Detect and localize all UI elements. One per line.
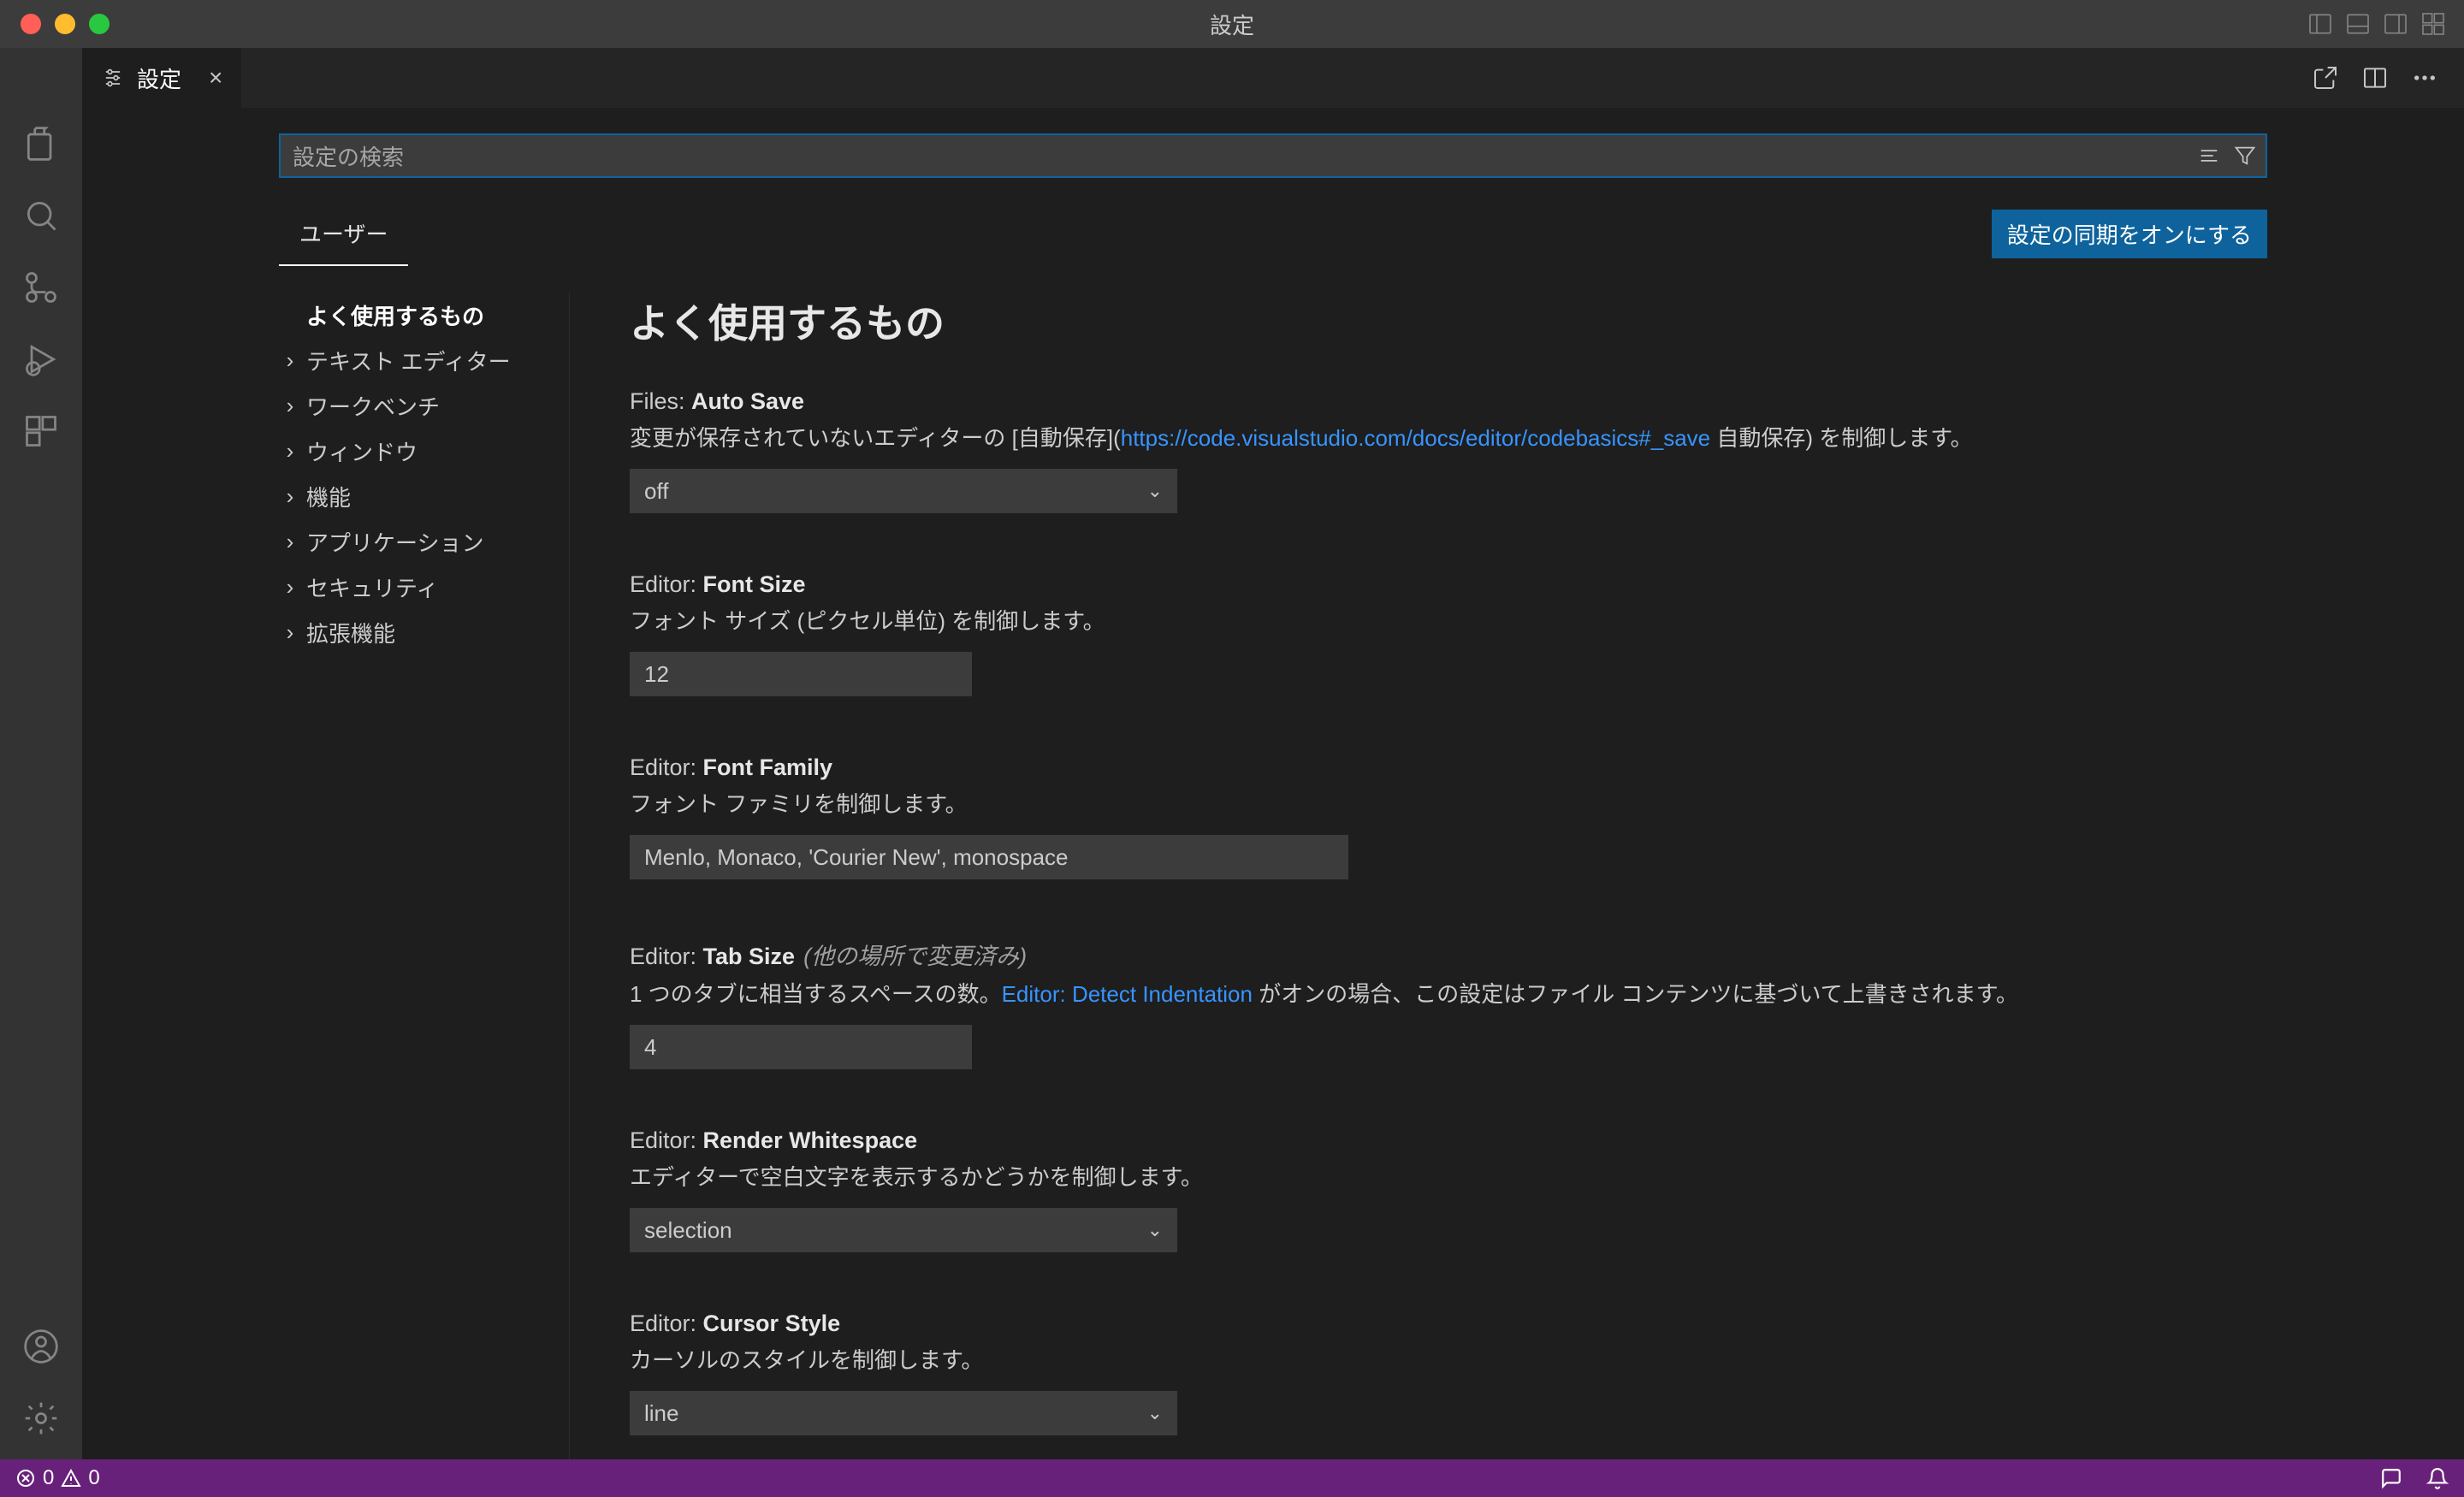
toc-item-workbench[interactable]: ›ワークベンチ [279, 383, 560, 429]
toggle-panel-icon[interactable] [2344, 10, 2372, 38]
setting-editor-cursorstyle: Editor: Cursor Style カーソルのスタイルを制御します。 li… [630, 1311, 2267, 1435]
settings-tab-icon [101, 66, 125, 90]
toc-item-window[interactable]: ›ウィンドウ [279, 429, 560, 474]
activity-search[interactable] [21, 195, 62, 236]
activity-source-control[interactable] [21, 267, 62, 308]
settings-editor[interactable]: よく使用するもの Files: Auto Save 変更が保存されていないエディ… [570, 293, 2267, 1459]
activity-explorer[interactable] [21, 123, 62, 164]
filter-icon[interactable] [2233, 144, 2257, 168]
setting-editor-tabsize: Editor: Tab Size(他の場所で変更済み) 1 つのタブに相当するス… [630, 938, 2267, 1069]
toc-item-security[interactable]: ›セキュリティ [279, 565, 560, 610]
clear-search-icon[interactable] [2197, 144, 2221, 168]
window-maximize-button[interactable] [89, 14, 110, 34]
settings-toc: よく使用するもの ›テキスト エディター ›ワークベンチ ›ウィンドウ ›機能 … [279, 293, 570, 1459]
chevron-down-icon: ⌄ [1147, 1219, 1163, 1241]
setting-editor-fontfamily: Editor: Font Family フォント ファミリを制御します。 Men… [630, 754, 2267, 879]
renderwhitespace-select[interactable]: selection⌄ [630, 1208, 1177, 1252]
toggle-secondary-sidebar-icon[interactable] [2382, 10, 2409, 38]
window-title: 設定 [1210, 9, 1254, 40]
tab-bar: 設定 × [0, 48, 2464, 108]
toc-item-commonly-used[interactable]: よく使用するもの [279, 293, 560, 338]
scope-tab-user[interactable]: ユーザー [279, 202, 408, 266]
open-settings-json-icon[interactable] [2312, 64, 2339, 92]
status-problems[interactable]: 0 0 [15, 1466, 100, 1490]
customize-layout-icon[interactable] [2420, 10, 2447, 38]
setting-files-autosave: Files: Auto Save 変更が保存されていないエディターの [自動保存… [630, 388, 2267, 513]
fontfamily-input[interactable]: Menlo, Monaco, 'Courier New', monospace [630, 835, 1348, 879]
activity-accounts[interactable] [21, 1326, 62, 1367]
fontsize-input[interactable]: 12 [630, 652, 972, 696]
toggle-primary-sidebar-icon[interactable] [2307, 10, 2334, 38]
feedback-icon[interactable] [2380, 1467, 2402, 1489]
title-bar: 設定 [0, 0, 2464, 48]
activity-bar [0, 108, 82, 1459]
chevron-down-icon: ⌄ [1147, 1402, 1163, 1424]
tab-close-button[interactable]: × [209, 64, 222, 92]
activity-manage[interactable] [21, 1398, 62, 1439]
split-editor-icon[interactable] [2361, 64, 2389, 92]
section-heading: よく使用するもの [630, 293, 2267, 349]
toc-item-application[interactable]: ›アプリケーション [279, 519, 560, 565]
tab-label: 設定 [137, 62, 181, 94]
setting-editor-renderwhitespace: Editor: Render Whitespace エディターで空白文字を表示す… [630, 1127, 2267, 1252]
toc-item-features[interactable]: ›機能 [279, 474, 560, 519]
detect-indentation-link[interactable]: Editor: Detect Indentation [1002, 981, 1253, 1007]
more-actions-icon[interactable] [2411, 64, 2438, 92]
autosave-select[interactable]: off⌄ [630, 469, 1177, 513]
cursorstyle-select[interactable]: line⌄ [630, 1391, 1177, 1435]
activity-run-debug[interactable] [21, 339, 62, 380]
autosave-doc-link[interactable]: https://code.visualstudio.com/docs/edito… [1121, 425, 1710, 451]
toc-item-text-editor[interactable]: ›テキスト エディター [279, 338, 560, 383]
status-bar: 0 0 [0, 1459, 2464, 1497]
window-minimize-button[interactable] [55, 14, 75, 34]
search-placeholder: 設定の検索 [293, 140, 404, 172]
toc-item-extensions[interactable]: ›拡張機能 [279, 610, 560, 655]
tab-settings[interactable]: 設定 × [82, 48, 242, 108]
settings-sync-button[interactable]: 設定の同期をオンにする [1992, 210, 2267, 258]
settings-search-input[interactable]: 設定の検索 [279, 133, 2267, 178]
tabsize-input[interactable]: 4 [630, 1025, 972, 1069]
chevron-down-icon: ⌄ [1147, 480, 1163, 502]
setting-editor-fontsize: Editor: Font Size フォント サイズ (ピクセル単位) を制御し… [630, 571, 2267, 696]
activity-extensions[interactable] [21, 411, 62, 452]
window-close-button[interactable] [21, 14, 41, 34]
bell-icon[interactable] [2426, 1467, 2449, 1489]
